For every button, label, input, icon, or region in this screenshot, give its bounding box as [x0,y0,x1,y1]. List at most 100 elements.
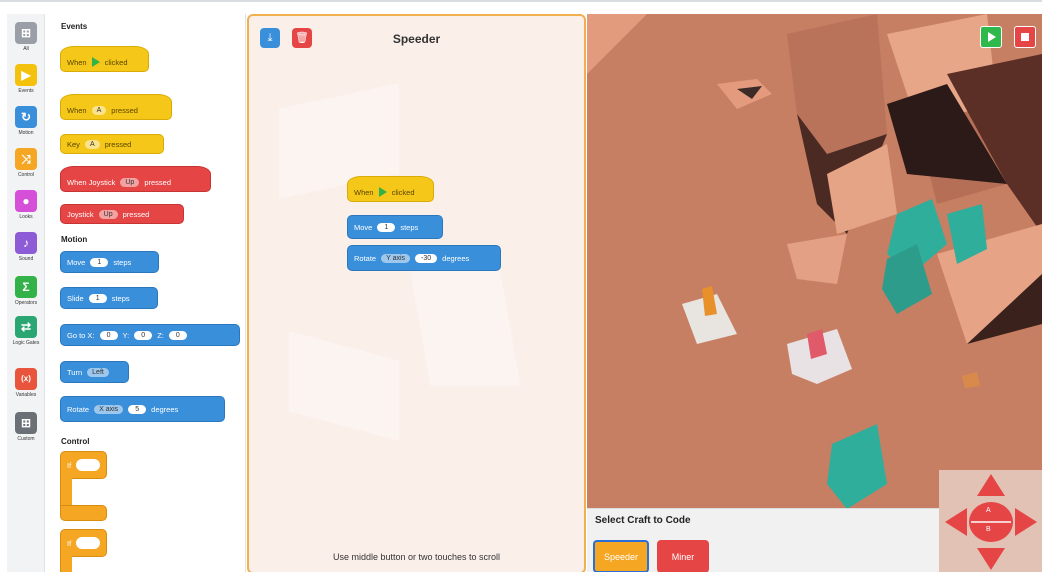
block-text: If [67,460,72,470]
category-label: Looks [19,214,33,220]
joystick-dropdown[interactable]: Up [120,177,140,187]
script-when-flag-clicked[interactable]: When clicked [347,176,434,202]
block-joystick-pressed[interactable]: Joystick Up pressed [60,204,184,224]
y-input[interactable]: 0 [134,330,153,340]
steps-input[interactable]: 1 [90,257,109,267]
category-variables[interactable]: (x) Variables [7,368,45,398]
block-palette: Events When clicked When A pressed Key A… [46,14,246,572]
block-text: degrees [151,404,179,414]
direction-dropdown[interactable]: Left [87,367,109,377]
craft-button-miner[interactable]: Miner [657,540,709,572]
block-text: Z: [157,330,164,340]
block-turn[interactable]: Turn Left [60,361,129,383]
block-text: Go to X: [67,330,95,340]
arrow-left-icon[interactable] [945,508,967,536]
block-text: steps [111,293,130,303]
background-decoration [289,331,399,441]
block-text: When [354,187,374,197]
background-decoration [407,256,521,386]
category-rail: ⊞ All ▶ Events ↻ Motion ⤨ Control ● Look… [7,14,45,572]
section-title-events: Events [61,22,88,31]
category-label: Sound [18,256,34,262]
category-label: Logic Gates [12,340,40,346]
arrow-up-icon[interactable] [977,474,1005,496]
block-text: When [67,105,87,115]
block-when-flag-clicked[interactable]: When clicked [60,46,149,72]
category-label: All [23,46,29,52]
category-sound[interactable]: ♪ Sound [7,232,45,262]
category-control[interactable]: ⤨ Control [7,148,45,178]
block-when-key-pressed[interactable]: When A pressed [60,94,172,120]
block-slide-steps[interactable]: Slide 1 steps [60,287,158,309]
play-icon: ▶ [15,64,37,86]
a-button-label[interactable]: A [986,507,991,514]
green-flag-icon [378,187,387,197]
key-dropdown[interactable]: A [84,139,100,149]
craft-button-speeder[interactable]: Speeder [593,540,649,572]
variable-icon: (x) [15,368,37,390]
block-text: Y: [122,330,130,340]
grid-icon: ⊞ [15,22,37,44]
block-key-pressed[interactable]: Key A pressed [60,134,164,154]
block-go-to-xyz[interactable]: Go to X: 0 Y: 0 Z: 0 [60,324,240,346]
key-dropdown[interactable]: A [91,105,107,115]
block-text: pressed [122,209,150,219]
block-rotate[interactable]: Rotate X axis 5 degrees [60,396,225,422]
category-events[interactable]: ▶ Events [7,64,45,94]
block-text: If [67,538,72,548]
category-motion[interactable]: ↻ Motion [7,106,45,136]
block-when-joystick-pressed[interactable]: When Joystick Up pressed [60,166,211,192]
blocks-icon: ⊞ [15,412,37,434]
dpad-graphic [945,474,1037,570]
rotate-icon: ↻ [15,106,37,128]
block-text: Move [354,222,373,232]
stop-button[interactable] [1014,26,1036,48]
arrow-down-icon[interactable] [977,548,1005,570]
category-label: Variables [15,392,37,398]
drop-icon: ● [15,190,37,212]
category-custom[interactable]: ⊞ Custom [7,412,45,442]
craft-selector-title: Select Craft to Code [595,515,691,526]
steps-input[interactable]: 1 [377,222,396,232]
category-logic-gates[interactable]: ⇄ Logic Gates [7,316,45,346]
b-button-label[interactable]: B [986,526,991,533]
music-note-icon: ♪ [15,232,37,254]
z-input[interactable]: 0 [168,330,187,340]
block-move-steps[interactable]: Move 1 steps [60,251,159,273]
play-button[interactable] [980,26,1002,48]
category-all[interactable]: ⊞ All [7,22,45,52]
section-title-control: Control [61,437,90,446]
logic-icon: ⇄ [15,316,37,338]
block-text: Rotate [354,253,377,263]
code-workspace[interactable]: ⤓ 🗑 Speeder When clicked Move 1 steps Ro… [247,14,586,572]
block-text: clicked [391,187,415,197]
shuffle-icon: ⤨ [15,148,37,170]
x-input[interactable]: 0 [99,330,118,340]
block-text: pressed [111,105,138,115]
block-text: Rotate [67,404,90,414]
script-move-steps[interactable]: Move 1 steps [347,215,443,239]
degrees-input[interactable]: 5 [128,404,147,414]
steps-input[interactable]: 1 [88,293,107,303]
axis-dropdown[interactable]: Y axis [381,253,411,263]
block-text: When Joystick [67,177,116,187]
script-rotate[interactable]: Rotate Y axis -30 degrees [347,245,501,271]
block-text: steps [400,222,419,232]
joystick-dropdown[interactable]: Up [98,209,118,219]
category-label: Operators [14,300,38,306]
green-flag-icon [91,57,100,67]
condition-slot[interactable] [76,537,100,549]
category-label: Control [17,172,35,178]
category-looks[interactable]: ● Looks [7,190,45,220]
block-if[interactable]: If [60,451,110,523]
arrow-right-icon[interactable] [1015,508,1037,536]
block-text: clicked [104,57,128,67]
block-text: Turn [67,367,83,377]
block-if-else[interactable]: If [60,529,110,572]
condition-slot[interactable] [76,459,100,471]
block-text: Joystick [67,209,94,219]
degrees-input[interactable]: -30 [415,253,438,263]
block-text: Slide [67,293,84,303]
category-operators[interactable]: Σ Operators [7,276,45,306]
axis-dropdown[interactable]: X axis [94,404,124,414]
